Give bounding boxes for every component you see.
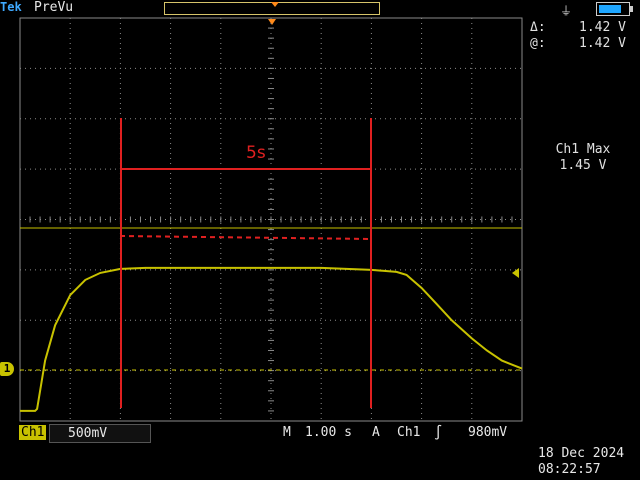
waveform-trace [20, 266, 523, 412]
annotation-dash-line [119, 235, 373, 240]
annotation-label: 5s [246, 143, 266, 163]
date-display: 18 Dec 2024 [538, 446, 625, 461]
ch1-ground-marker[interactable]: 1 [0, 362, 14, 376]
channel-badge[interactable]: Ch1 [19, 425, 47, 440]
trigger-level-marker-icon[interactable] [512, 268, 519, 278]
time-display: 08:22:57 [538, 462, 601, 477]
timebase-label: M [283, 425, 291, 440]
waveform-display [19, 17, 523, 422]
rising-slope-icon: ∫ [434, 425, 443, 441]
trigger-label: A [372, 425, 380, 440]
vertical-scale-box[interactable]: 500mV [49, 424, 151, 443]
trigger-level[interactable]: 980mV [468, 425, 507, 440]
graticule [19, 17, 523, 422]
settings-bar: Ch1 500mV M 1.00 s A Ch1 ∫ 980mV [0, 424, 640, 444]
timebase-value[interactable]: 1.00 s [305, 425, 352, 440]
trigger-source[interactable]: Ch1 [397, 425, 420, 440]
vertical-scale-value: 500mV [68, 426, 108, 441]
